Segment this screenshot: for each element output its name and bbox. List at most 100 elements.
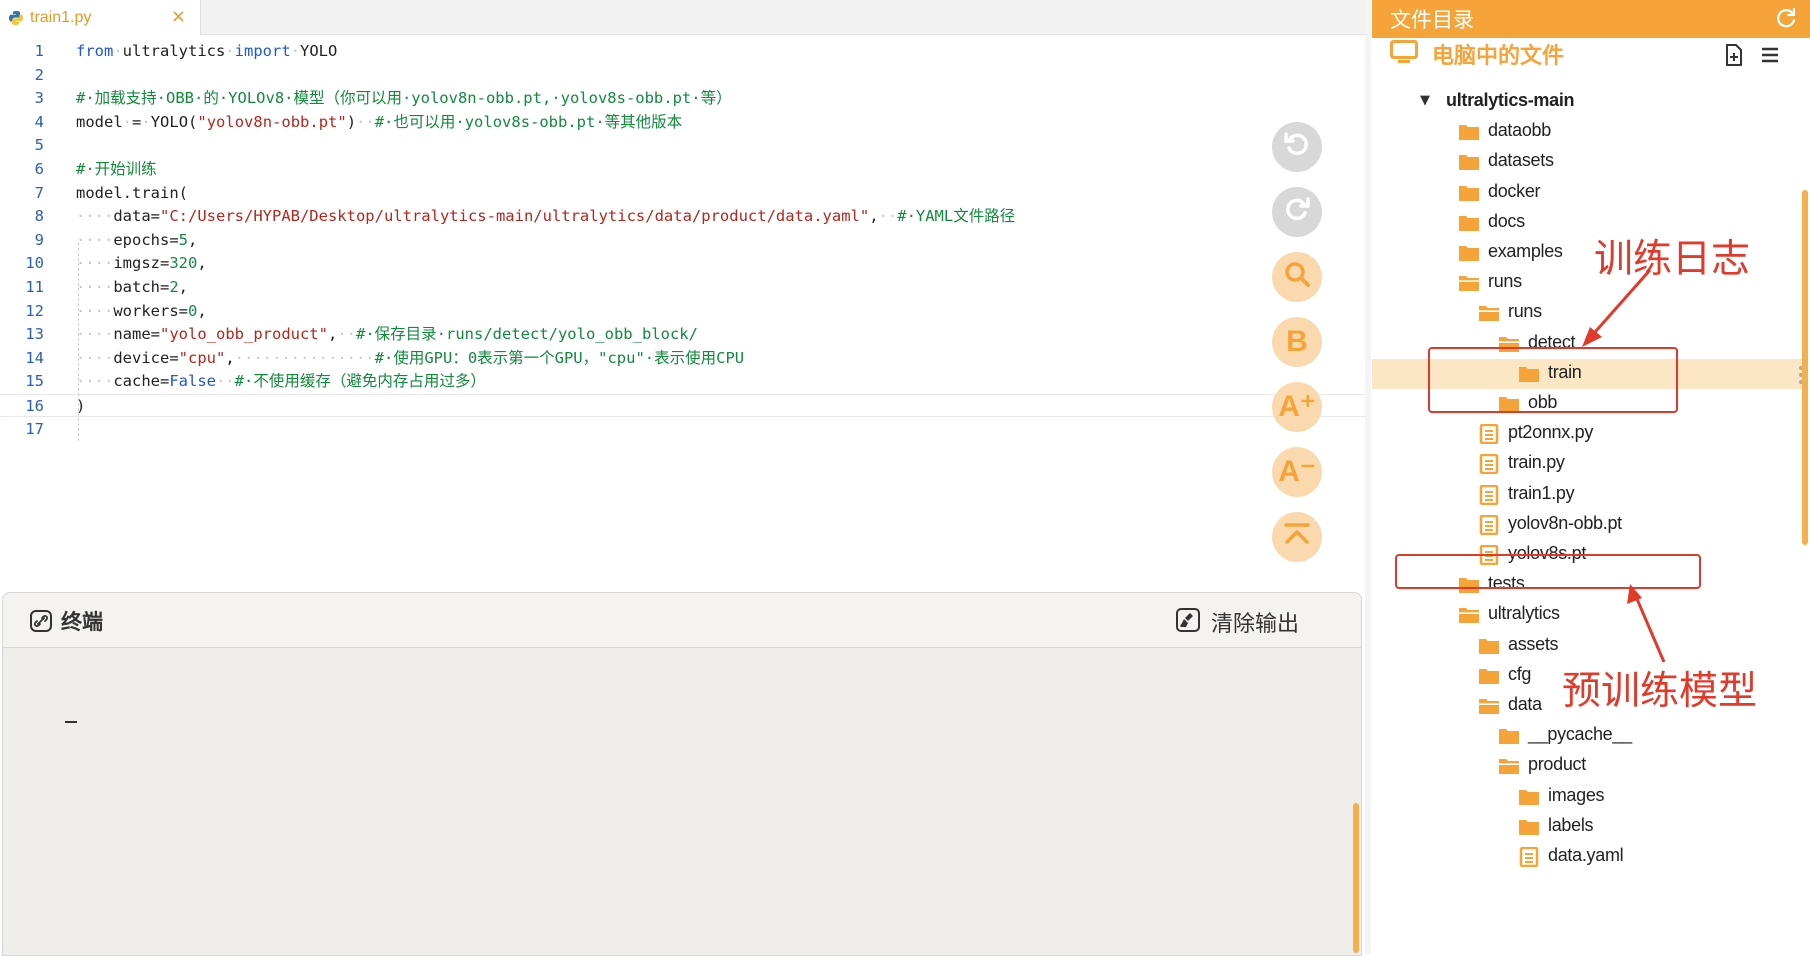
clear-output-button[interactable]: 清除输出 bbox=[1211, 606, 1299, 638]
code-token: data= bbox=[113, 207, 160, 226]
file-tree-file[interactable]: data.yaml bbox=[1372, 842, 1804, 872]
code-line[interactable]: 10 ····imgsz=320, bbox=[0, 252, 1370, 275]
code-line[interactable]: 6 #·开始训练 bbox=[0, 158, 1370, 181]
file-tree-folder[interactable]: ▼ ultralytics-main bbox=[1372, 87, 1804, 117]
code-token: , bbox=[225, 348, 235, 367]
file-tree-file[interactable]: train.py bbox=[1372, 449, 1804, 479]
file-tree-folder[interactable]: ultralytics bbox=[1372, 600, 1804, 630]
tree-item-label: runs bbox=[1488, 271, 1522, 292]
code-token: 0 bbox=[187, 301, 198, 320]
code-token: epochs= bbox=[113, 230, 179, 249]
code-line[interactable]: 3 #·加载支持·OBB·的·YOLOv8·模型（你可以用·yolov8n-obb… bbox=[0, 87, 1370, 110]
file-tree-file[interactable]: train1.py bbox=[1372, 480, 1804, 510]
new-file-icon[interactable] bbox=[1724, 44, 1744, 66]
refresh-icon[interactable] bbox=[1774, 6, 1798, 30]
folder-icon bbox=[1458, 122, 1480, 142]
terminal-scrollbar[interactable] bbox=[1353, 803, 1359, 953]
scroll-top-button[interactable] bbox=[1272, 512, 1322, 562]
line-number: 14 bbox=[25, 348, 44, 367]
file-tree-folder[interactable]: assets bbox=[1372, 631, 1804, 661]
terminal-header: 终端 清除输出 bbox=[3, 593, 1361, 648]
code-line[interactable]: 8 ····data="C:/Users/HYPAB/Desktop/ultral… bbox=[0, 205, 1370, 228]
code-token: ·· bbox=[356, 112, 375, 131]
pane-divider[interactable] bbox=[1365, 0, 1371, 954]
code-line[interactable]: 17 bbox=[0, 418, 1370, 441]
expand-arrow-icon[interactable]: ▼ bbox=[1420, 93, 1430, 108]
tree-item-label: cfg bbox=[1508, 663, 1532, 684]
font-increase-button[interactable]: A⁺ bbox=[1272, 382, 1322, 432]
file-tree-scrollbar[interactable] bbox=[1802, 190, 1808, 545]
line-number: 17 bbox=[25, 419, 44, 438]
code-token: batch= bbox=[113, 278, 170, 296]
code-line[interactable]: 4 model·=·YOLO("yolov8n-obb.pt")··#·也可以用·… bbox=[0, 111, 1370, 134]
broom-icon[interactable] bbox=[1175, 607, 1201, 633]
file-icon bbox=[1478, 514, 1500, 536]
folder-icon bbox=[1458, 243, 1480, 263]
file-tree-folder[interactable]: product bbox=[1372, 751, 1804, 781]
code-token: , bbox=[178, 278, 189, 296]
code-token: YOLO( bbox=[150, 112, 198, 131]
file-tree-folder[interactable]: __pycache__ bbox=[1372, 721, 1804, 751]
bold-icon: B bbox=[1286, 325, 1308, 358]
code-line[interactable]: 15 ····cache=False··#·不使用缓存（避免内存占用过多） bbox=[0, 370, 1370, 393]
search-button[interactable] bbox=[1272, 252, 1322, 302]
code-editor[interactable]: train1.py × 1 from·ultralytics·import·YOL… bbox=[0, 0, 1370, 590]
computer-icon bbox=[1390, 40, 1418, 63]
code-token: ···· bbox=[76, 372, 114, 391]
code-text: ····name="yolo_obb_product",··#·保存目录·run… bbox=[76, 323, 698, 346]
undo-button[interactable] bbox=[1272, 122, 1322, 172]
tree-item-label: ultralytics bbox=[1488, 603, 1560, 624]
code-token: False bbox=[169, 372, 216, 391]
code-line[interactable]: 9 ····epochs=5, bbox=[0, 229, 1370, 252]
code-token: ···· bbox=[76, 348, 114, 367]
code-line[interactable]: 2 bbox=[0, 64, 1370, 87]
file-tree-folder[interactable]: labels bbox=[1372, 812, 1804, 842]
tree-item-label: examples bbox=[1488, 241, 1563, 261]
terminal-panel[interactable]: 终端 清除输出 bbox=[2, 592, 1362, 956]
folder-open-icon bbox=[1478, 303, 1500, 323]
code-token: , bbox=[188, 230, 198, 249]
file-icon bbox=[1518, 846, 1540, 868]
code-line[interactable]: 13 ····name="yolo_obb_product",··#·保存目录·r… bbox=[0, 323, 1370, 346]
tree-item-label: runs bbox=[1508, 301, 1542, 322]
file-tree-folder[interactable]: runs bbox=[1372, 298, 1804, 328]
indent-guide bbox=[78, 243, 79, 441]
file-tree-folder[interactable]: dataobb bbox=[1372, 117, 1804, 147]
code-token: device= bbox=[113, 348, 179, 367]
code-line[interactable]: 14 ····device="cpu",···············#·使用GP… bbox=[0, 347, 1370, 370]
file-tree-file[interactable]: yolov8n-obb.pt bbox=[1372, 510, 1804, 540]
code-token: "yolov8n-obb.pt" bbox=[197, 112, 347, 131]
file-tree-folder[interactable]: images bbox=[1372, 782, 1804, 812]
code-line[interactable]: 1 from·ultralytics·import·YOLO bbox=[0, 40, 1370, 63]
code-token: ···· bbox=[76, 230, 114, 249]
code-line[interactable]: 12 ····workers=0, bbox=[0, 300, 1370, 323]
code-token: · bbox=[290, 42, 301, 60]
folder-icon bbox=[1458, 183, 1480, 203]
code-token: · bbox=[225, 42, 235, 60]
redo-button[interactable] bbox=[1272, 187, 1322, 237]
code-token: ultralytics bbox=[122, 42, 226, 60]
tree-item-label: assets bbox=[1508, 633, 1559, 654]
code-line[interactable]: 7 model.train( bbox=[0, 182, 1370, 205]
font-decrease-button[interactable]: A⁻ bbox=[1272, 447, 1322, 497]
redo-icon bbox=[1282, 194, 1312, 230]
tab-close-icon[interactable]: × bbox=[171, 6, 186, 27]
code-token: ·· bbox=[216, 372, 235, 391]
tab-train1-py[interactable]: train1.py × bbox=[0, 0, 201, 35]
python-file-icon bbox=[9, 10, 23, 25]
file-tree-folder[interactable]: datasets bbox=[1372, 147, 1804, 177]
file-tree-file[interactable]: pt2onnx.py bbox=[1372, 419, 1804, 449]
file-tree-folder[interactable]: docker bbox=[1372, 178, 1804, 208]
menu-icon[interactable] bbox=[1760, 46, 1780, 64]
code-line[interactable]: 5 bbox=[0, 134, 1370, 157]
code-token: "cpu" bbox=[178, 348, 226, 367]
code-line[interactable]: 16) bbox=[0, 394, 1370, 417]
tree-item-label: data.yaml bbox=[1548, 845, 1624, 865]
code-area[interactable]: 1 from·ultralytics·import·YOLO 2 3 #·加载支持·OB… bbox=[0, 38, 1370, 578]
computer-files-label[interactable]: 电脑中的文件 bbox=[1432, 38, 1564, 70]
file-explorer-title: 文件目录 bbox=[1390, 8, 1474, 32]
code-token: ··············· bbox=[234, 348, 375, 367]
code-line[interactable]: 11 ····batch=2, bbox=[0, 276, 1370, 299]
code-text: ····device="cpu",···············#·使用GPU：… bbox=[76, 347, 744, 370]
bold-button[interactable]: B bbox=[1272, 317, 1322, 367]
